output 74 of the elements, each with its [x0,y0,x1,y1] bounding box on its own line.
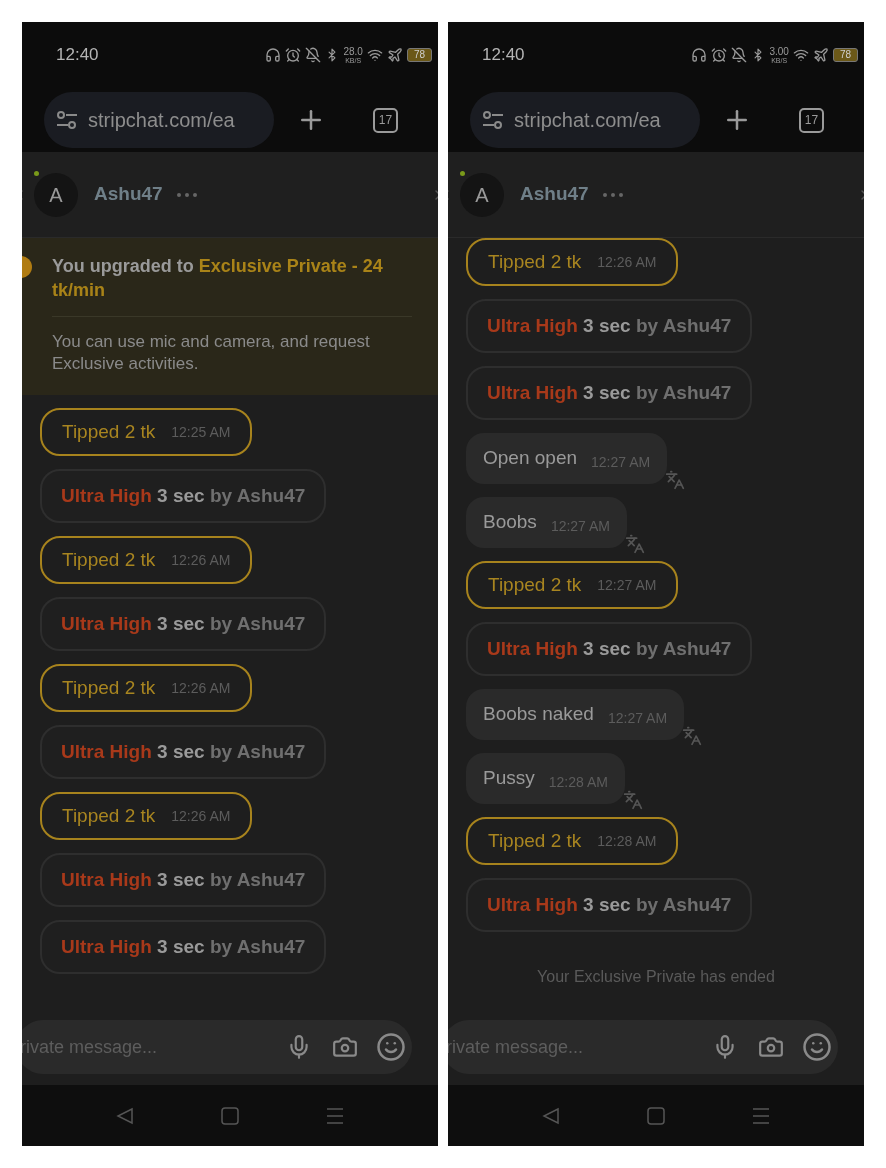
wifi-icon [366,47,383,63]
effect-message: Ultra High 3 sec by Ashu47 [487,892,732,917]
bell-off-icon [305,47,322,63]
effect-message: Ultra High 3 sec by Ashu47 [61,934,306,959]
translate-icon[interactable] [622,790,643,810]
network-speed: 28.0 [343,46,363,57]
airplane-icon [812,47,829,63]
effect-message: Ultra High 3 sec by Ashu47 [61,611,306,636]
user-name: Ashu47 [520,182,589,207]
camera-icon[interactable] [332,1034,358,1060]
headphones-icon [691,47,708,63]
alarm-icon [711,47,728,63]
message-time: 12:26 AM [171,550,231,570]
tip-text: Tipped 2 tk [488,828,582,853]
effect-message: Ultra High 3 sec by Ashu47 [487,636,732,661]
menu-nav-icon[interactable] [752,1106,771,1125]
bell-off-icon [731,47,748,63]
system-message: Your Exclusive Private has ended [537,967,775,987]
home-nav-icon[interactable] [221,1106,239,1125]
effect-message: Ultra High 3 sec by Ashu47 [61,867,306,892]
message-text: Open open [483,446,578,471]
avatar: A [460,172,504,217]
translate-icon[interactable] [682,726,703,746]
camera-icon[interactable] [758,1034,784,1060]
back-nav-icon[interactable] [115,1106,134,1125]
airplane-icon [386,47,403,63]
upgrade-message: You upgraded to Exclusive Private - 24 tk/min [52,255,384,302]
user-name: Ashu47 [94,182,163,207]
message-text: Pussy [483,766,535,791]
tune-icon [56,111,78,129]
effect-message: Ultra High 3 sec by Ashu47 [61,739,306,764]
tip-text: Tipped 2 tk [62,419,156,444]
emoji-icon[interactable] [376,1032,406,1062]
home-nav-icon[interactable] [647,1106,665,1125]
address-bar[interactable]: stripchat.com/ea [470,92,700,148]
tip-text: Tipped 2 tk [62,547,156,572]
message-time: 12:25 AM [171,422,231,442]
effect-message: Ultra High 3 sec by Ashu47 [61,483,306,508]
upgrade-detail: You can use mic and camera, and request Exclusive activities. [52,331,371,375]
tab-count-button[interactable]: 17 [373,107,398,133]
headphones-icon [265,47,282,63]
network-speed: 3.00 [769,46,789,57]
url-text: stripchat.com/ea [88,108,235,133]
effect-message: Ultra High 3 sec by Ashu47 [487,380,732,405]
wifi-icon [792,47,809,63]
battery-icon: 78 [832,48,858,62]
message-time: 12:27 AM [597,575,657,595]
message-time: 12:26 AM [171,678,231,698]
alarm-icon [285,47,302,63]
tip-text: Tipped 2 tk [488,572,582,597]
tip-text: Tipped 2 tk [62,675,156,700]
message-time: 12:26 AM [597,252,657,272]
message-time: 12:28 AM [597,831,657,851]
message-time: 12:26 AM [171,806,231,826]
emoji-icon[interactable] [802,1032,832,1062]
battery-icon: 78 [406,48,432,62]
url-text: stripchat.com/ea [514,108,661,133]
menu-nav-icon[interactable] [326,1106,345,1125]
tune-icon [482,111,504,129]
address-bar[interactable]: stripchat.com/ea [44,92,274,148]
back-nav-icon[interactable] [541,1106,560,1125]
translate-icon[interactable] [625,534,646,554]
tip-text: Tipped 2 tk [488,249,582,274]
tip-text: Tipped 2 tk [62,803,156,828]
translate-icon[interactable] [665,470,686,490]
effect-message: Ultra High 3 sec by Ashu47 [487,313,732,338]
message-text: Boobs [483,510,537,535]
status-time: 12:40 [482,44,525,67]
more-icon[interactable] [176,192,197,197]
more-icon[interactable] [602,192,623,197]
avatar: A [34,172,78,217]
tab-count-button[interactable]: 17 [799,107,824,133]
message-text: Boobs naked [483,702,594,727]
status-time: 12:40 [56,44,99,67]
